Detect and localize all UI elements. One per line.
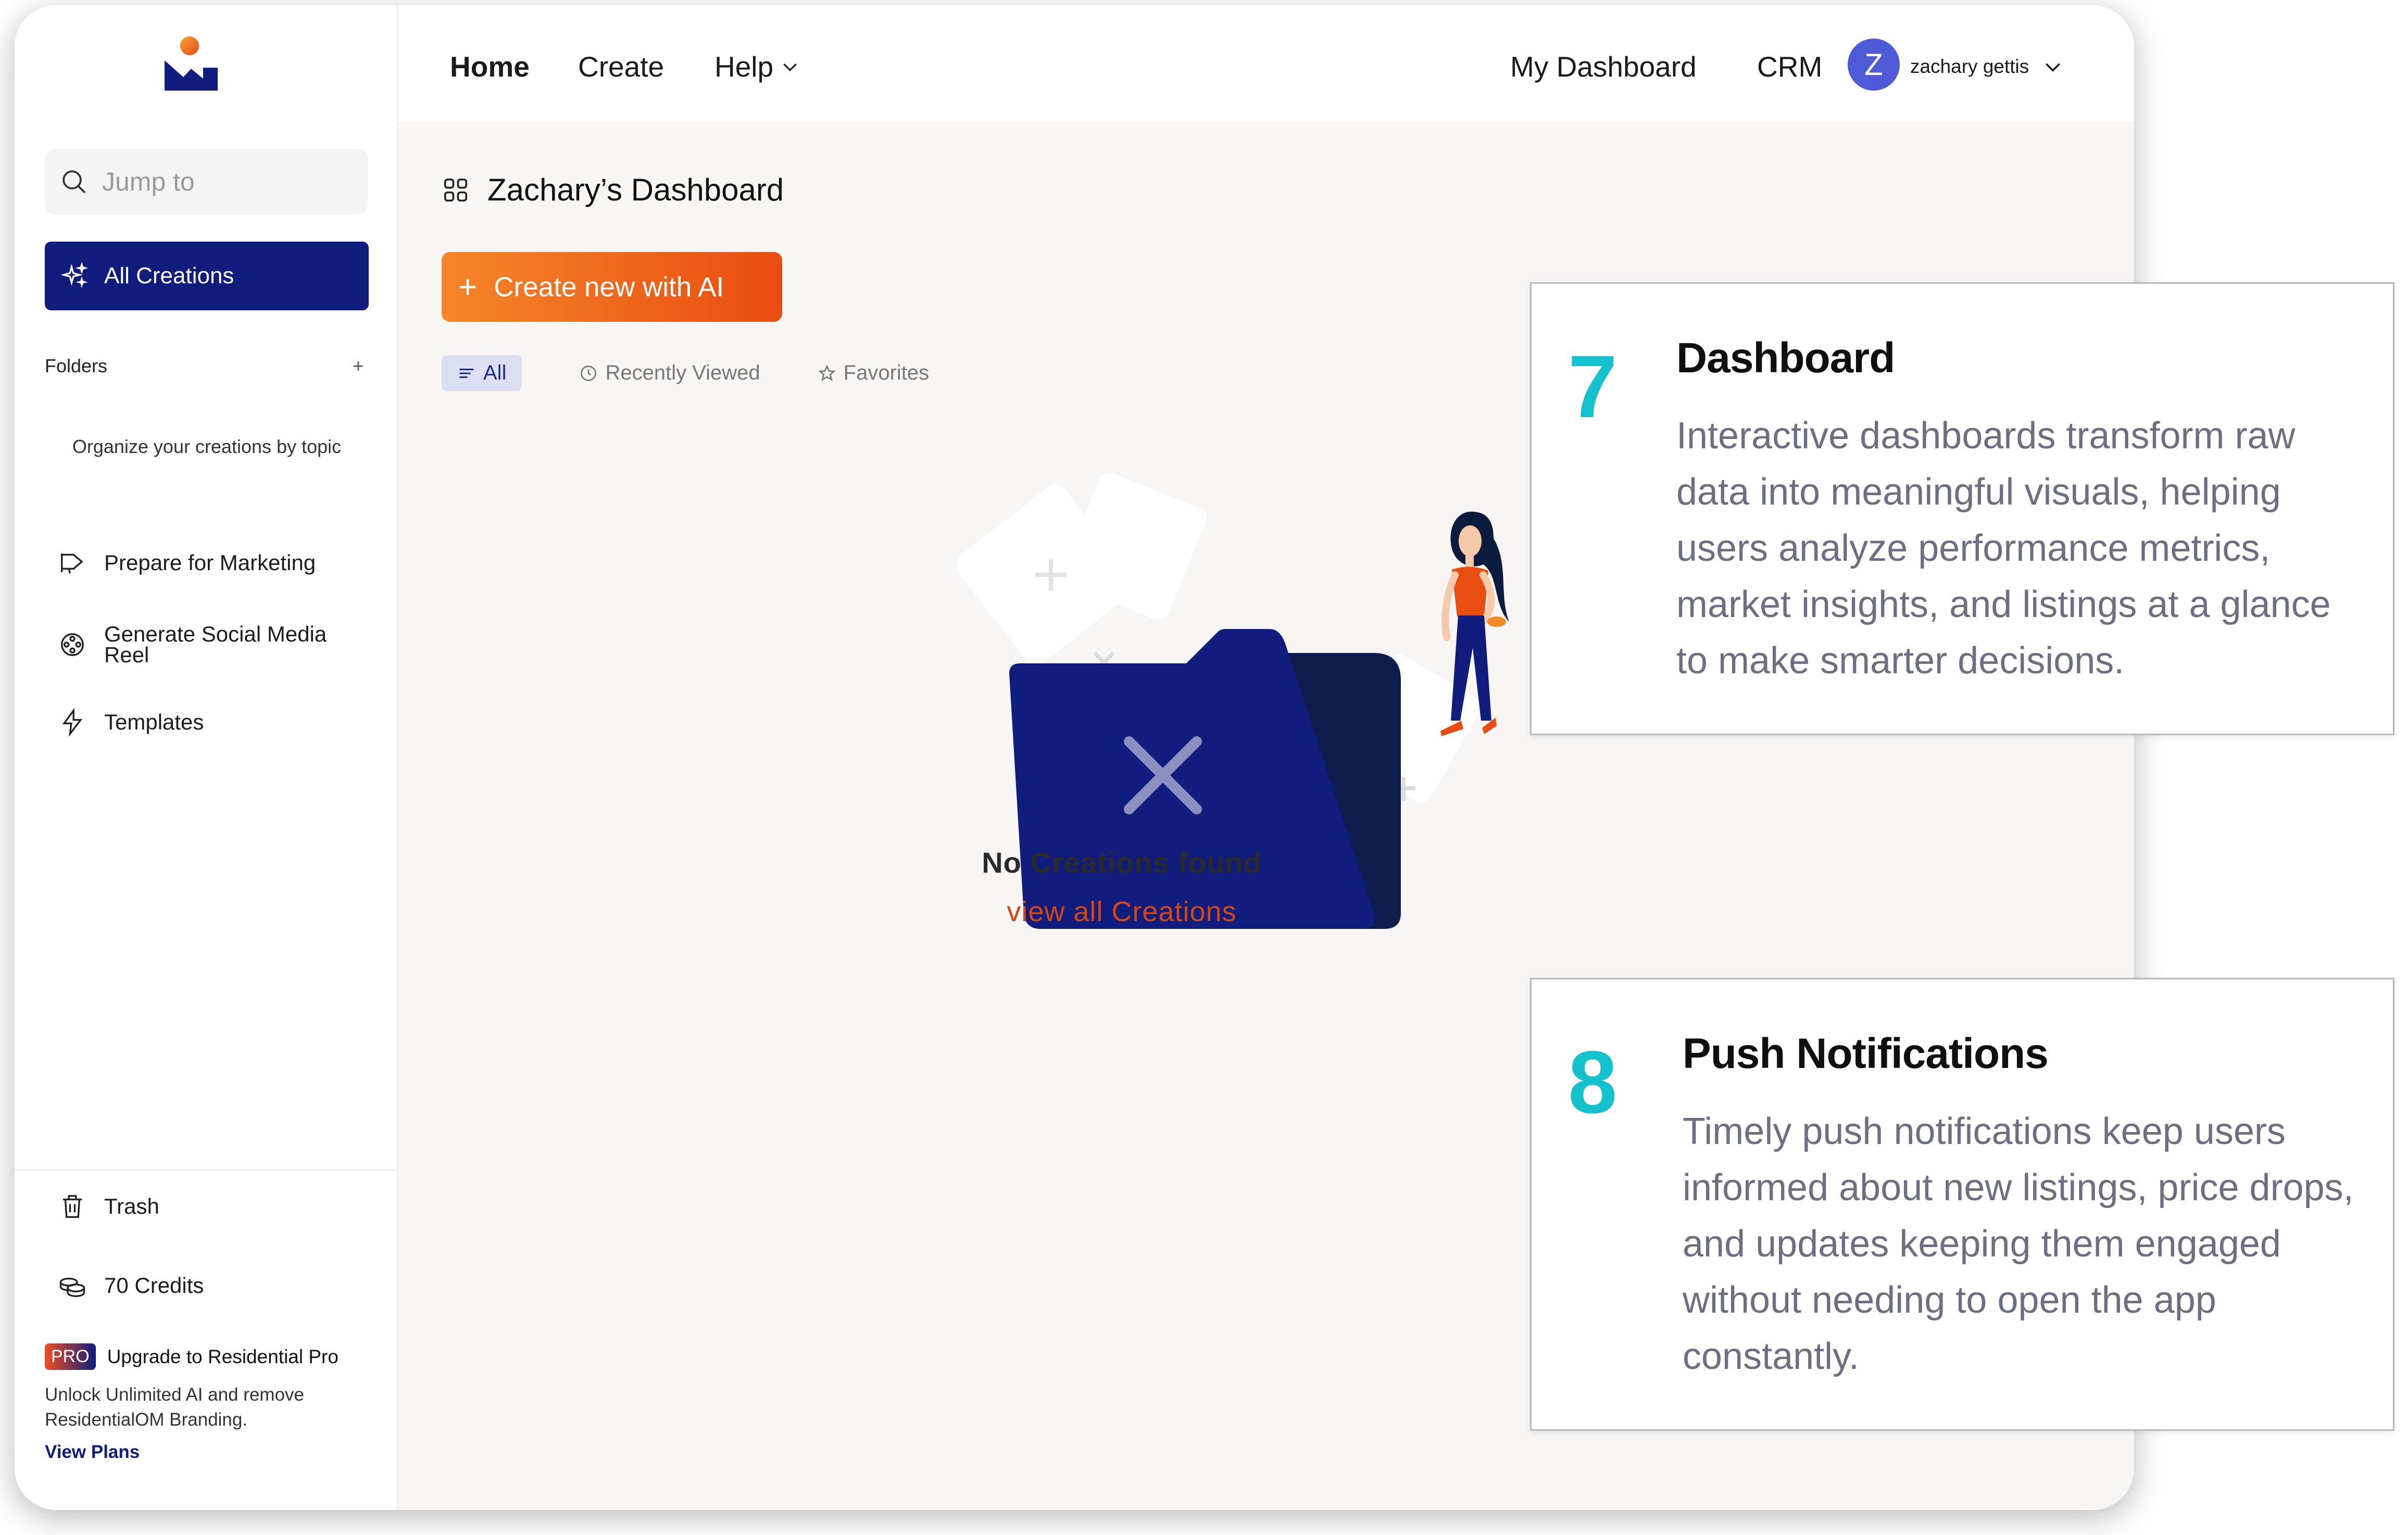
tab-label: Favorites <box>843 361 930 384</box>
sidebar-item-label: Generate Social Media Reel <box>104 622 327 667</box>
folders-label: Folders <box>45 355 108 376</box>
nav-help-label: Help <box>714 51 774 83</box>
folders-header: Folders + <box>45 355 369 377</box>
upgrade-description: Unlock Unlimited AI and remove Residenti… <box>45 1385 304 1430</box>
nav-help[interactable]: Help <box>714 50 800 83</box>
add-folder-icon[interactable]: + <box>348 355 369 376</box>
create-new-with-ai-button[interactable]: + Create new with AI <box>442 252 782 322</box>
sidebar-item-label: Templates <box>104 710 204 734</box>
search-input[interactable] <box>102 167 352 197</box>
search-icon <box>62 170 86 194</box>
trash-label: Trash <box>104 1194 159 1218</box>
all-creations-button[interactable]: All Creations <box>45 242 369 310</box>
upgrade-promo: PRO Upgrade to Residential Pro Unlock Un… <box>45 1343 378 1463</box>
callout-description: Timely push notifications keep users inf… <box>1683 1111 2354 1377</box>
tab-favorites[interactable]: Favorites <box>818 361 930 385</box>
logo-icon[interactable] <box>162 35 220 93</box>
page-title-text: Zachary’s Dashboard <box>487 172 784 207</box>
avatar[interactable]: Z <box>1848 39 1900 91</box>
clock-icon <box>581 365 597 381</box>
callout-number: 7 <box>1568 337 1617 436</box>
plus-icon: + <box>458 269 478 305</box>
nav-home[interactable]: Home <box>450 50 530 83</box>
create-button-label: Create new with AI <box>494 271 724 303</box>
sidebar-item-templates[interactable]: Templates <box>58 708 204 736</box>
view-plans-link[interactable]: View Plans <box>45 1442 140 1463</box>
upgrade-title: Upgrade to Residential Pro <box>107 1345 338 1367</box>
sidebar-item-label: Prepare for Marketing <box>104 550 316 575</box>
chevron-down-icon <box>783 63 797 72</box>
view-all-creations-link[interactable]: view all Creations <box>783 896 1460 928</box>
nav-crm[interactable]: CRM <box>1757 50 1822 83</box>
sidebar-item-trash[interactable]: Trash <box>58 1192 159 1221</box>
nav-my-dashboard[interactable]: My Dashboard <box>1510 50 1697 83</box>
user-menu[interactable]: zachary gettis <box>1910 55 2064 78</box>
callout-title: Push Notifications <box>1683 1030 2049 1077</box>
feature-callout-dashboard: 7 Dashboard Interactive dashboards trans… <box>1530 282 2394 735</box>
sidebar-item-prepare-marketing[interactable]: Prepare for Marketing <box>58 549 316 577</box>
star-icon <box>818 364 836 381</box>
empty-state-title: No Creations found <box>982 846 1262 879</box>
callout-number: 8 <box>1568 1033 1617 1132</box>
filter-tabs: All Recently Viewed Favorites <box>442 355 986 391</box>
nav-create[interactable]: Create <box>578 50 664 83</box>
tab-label: All <box>483 361 507 384</box>
list-icon <box>459 368 474 378</box>
sidebar-item-credits[interactable]: 70 Credits <box>58 1272 204 1300</box>
tab-all[interactable]: All <box>442 355 522 391</box>
feature-callout-push-notifications: 8 Push Notifications Timely push notific… <box>1530 978 2394 1431</box>
coins-icon <box>59 1277 85 1297</box>
callout-description: Interactive dashboards transform raw dat… <box>1676 415 2331 682</box>
credits-label: 70 Credits <box>104 1273 204 1298</box>
pro-badge: PRO <box>45 1343 96 1370</box>
trash-icon <box>63 1195 82 1218</box>
film-reel-icon <box>61 633 84 656</box>
user-name: zachary gettis <box>1910 56 2029 77</box>
page-title: Zachary’s Dashboard <box>442 172 784 208</box>
sidebar-divider <box>15 1169 398 1171</box>
grid-icon <box>444 178 468 202</box>
chevron-down-icon <box>2046 63 2061 72</box>
jump-to-search[interactable] <box>45 149 368 215</box>
all-creations-label: All Creations <box>104 263 234 288</box>
callout-title: Dashboard <box>1676 334 1895 382</box>
sidebar-item-social-reel[interactable]: Generate Social Media Reel <box>58 622 354 667</box>
tab-recently-viewed[interactable]: Recently Viewed <box>579 361 760 385</box>
lightning-icon <box>62 708 83 736</box>
sidebar: All Creations Folders + Organize your cr… <box>15 5 398 1510</box>
sparkles-icon <box>61 262 89 288</box>
folders-empty-hint: Organize your creations by topic <box>72 436 342 457</box>
megaphone-icon <box>61 553 83 574</box>
tab-label: Recently Viewed <box>605 361 760 384</box>
